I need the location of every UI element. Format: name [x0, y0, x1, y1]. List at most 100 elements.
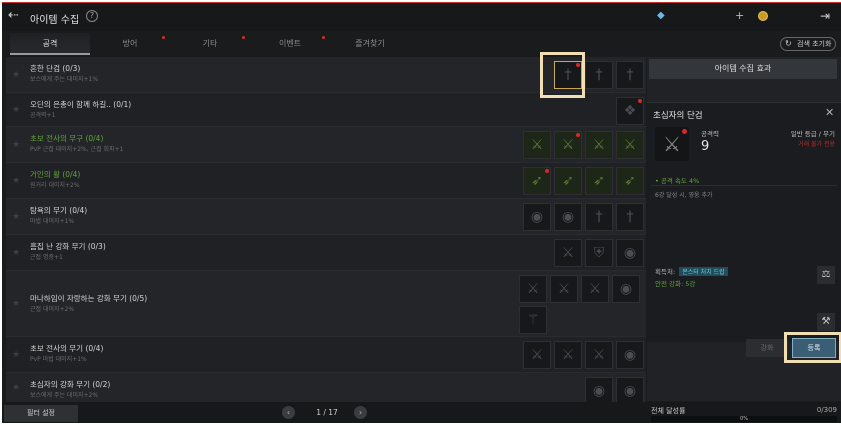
favorite-star-icon[interactable]: ★ [12, 105, 22, 115]
favorite-star-icon[interactable]: ★ [12, 383, 22, 393]
new-dot [545, 169, 549, 173]
new-dot [682, 129, 687, 134]
collection-effect: 보스에게 주는 대미지+1% [30, 76, 99, 83]
item-slot[interactable]: ◉ [616, 341, 644, 369]
tab-1[interactable]: 방어 [90, 33, 170, 55]
orb-icon: ◉ [623, 347, 637, 363]
item-slot[interactable]: ⚔ [519, 275, 547, 303]
register-highlight [784, 332, 841, 363]
item-slot[interactable]: ◉ [612, 275, 640, 303]
item-slot[interactable]: ➶ [585, 167, 613, 195]
item-slot[interactable]: ⚚ [519, 306, 547, 334]
attack-value: 9 [701, 139, 710, 154]
collection-name: 오딘의 은총이 함께 하길.. (0/1) [30, 100, 132, 109]
page-title: 아이템 수집 [30, 15, 80, 26]
back-arrow-icon[interactable]: ⇠ [8, 9, 24, 23]
tab-2[interactable]: 기타 [170, 33, 250, 55]
acquisition-tag[interactable]: 몬스터 처치 드랍 [679, 267, 728, 276]
collection-row[interactable]: ★ 초심자의 강화 무기 (0/2) 보스에게 주는 대미지+2% ◉ ◉ [6, 373, 646, 405]
item-slot[interactable]: ◉ [585, 377, 613, 405]
scale-icon[interactable]: ⚖ [817, 266, 835, 284]
item-slot[interactable]: ⚔ [585, 341, 613, 369]
sword-icon: ⚔ [592, 137, 606, 153]
orb-icon: ◉ [561, 209, 575, 225]
progress-bar: 0% [651, 416, 837, 422]
item-grade: 일반 등급 / 무기 [790, 130, 835, 138]
tab-4[interactable]: 즐겨찾기 [330, 33, 410, 55]
collection-name: 흠집 난 강화 무기 (0/3) [30, 242, 106, 251]
add-currency-plus-icon[interactable]: + [735, 9, 744, 22]
favorite-star-icon[interactable]: ★ [12, 176, 22, 186]
favorite-star-icon[interactable]: ★ [12, 248, 22, 258]
sword-icon: ⚔ [530, 137, 544, 153]
favorite-star-icon[interactable]: ★ [12, 299, 22, 309]
item-slot[interactable]: † [616, 61, 644, 89]
favorite-star-icon[interactable]: ★ [12, 140, 22, 150]
sword-icon: ⚔ [561, 347, 575, 363]
item-slot[interactable]: ⚔ [523, 341, 551, 369]
collection-effect: 근접 명중+1 [30, 254, 63, 261]
collection-row[interactable]: ★ 거인의 활 (0/4) 원거리 대미지+2% ➶ ➶ ➶ ➶ [6, 163, 646, 199]
collection-effect: 공격력+1 [30, 112, 56, 119]
item-slot[interactable]: ⚔ [554, 341, 582, 369]
item-slot[interactable]: † [585, 61, 613, 89]
item-slot[interactable]: ⛨ [585, 239, 613, 267]
item-slot[interactable]: ➶ [554, 167, 582, 195]
item-slot[interactable]: † [616, 203, 644, 231]
item-slot[interactable]: ➶ [523, 167, 551, 195]
exit-icon[interactable]: ⇥ [820, 9, 834, 23]
item-slot[interactable]: ⚔ [581, 275, 609, 303]
item-slot[interactable]: ❖ [616, 97, 644, 125]
anvil-icon[interactable]: ⚒ [817, 313, 835, 331]
collection-row[interactable]: ★ 탐욕의 무기 (0/4) 마법 대미지+1% ◉ ◉ † † [6, 199, 646, 235]
tab-0[interactable]: 공격 [10, 33, 90, 55]
search-reset-button[interactable]: ↻ 검색 초기화 [780, 37, 836, 51]
collection-name: 초보 전사의 무기 (0/4) [30, 344, 104, 353]
item-slot[interactable]: ⚔ [554, 131, 582, 159]
help-icon[interactable]: ? [86, 10, 98, 22]
close-icon[interactable]: ✕ [825, 106, 834, 119]
collection-row[interactable]: ★ 초보 전사의 무기 (0/4) PvP 마법 대미지+1% ⚔ ⚔ ⚔ ◉ [6, 337, 646, 373]
acquisition-label: 획득처: [655, 268, 676, 276]
item-slot[interactable]: † [585, 203, 613, 231]
app-window: ⇠ 아이템 수집 ? ◆ + ⇥ 공격 방어 기타 이벤트 즐겨찾기 ↻ 검색 초기화 … [2, 2, 841, 423]
item-slot[interactable]: ◉ [523, 203, 551, 231]
progress-percent: 0% [740, 416, 748, 422]
item-slots: ⚔ ⚔ ⚔ ◉ ⚚ [514, 275, 644, 337]
item-thumbnail: ⚔ [655, 127, 689, 161]
tab-3[interactable]: 이벤트 [250, 33, 330, 55]
overall-progress: 전체 달성률 0/309 0% [647, 402, 841, 423]
item-slots: ⚔ ⚔ ⚔ ⚔ [520, 131, 644, 162]
item-slot[interactable]: ⚔ [554, 239, 582, 267]
gem-icon: ◆ [657, 10, 665, 21]
item-slot[interactable]: ◉ [554, 203, 582, 231]
sword-icon: ⚔ [557, 281, 571, 297]
favorite-star-icon[interactable]: ★ [12, 212, 22, 222]
favorite-star-icon[interactable]: ★ [12, 70, 22, 80]
collection-row[interactable]: ★ 마나하임이 자랑하는 강화 무기 (0/5) 근접 대미지+2% ⚔ ⚔ ⚔ ◉ ⚚ [6, 271, 646, 337]
item-slot[interactable]: ⚔ [585, 131, 613, 159]
dagger-icon: † [595, 67, 603, 83]
collection-effect: 원거리 대미지+2% [30, 182, 80, 189]
prev-page-icon[interactable]: ‹ [282, 406, 295, 419]
item-slot[interactable]: ⚔ [550, 275, 578, 303]
item-slot[interactable]: ➶ [616, 167, 644, 195]
item-slot[interactable]: ◉ [616, 239, 644, 267]
notification-dot [322, 36, 325, 39]
collection-row[interactable]: ★ 오딘의 은총이 함께 하길.. (0/1) 공격력+1 ❖ [6, 93, 646, 127]
favorite-star-icon[interactable]: ★ [12, 350, 22, 360]
progress-count: 0/309 [816, 406, 837, 414]
top-bar: ⇠ 아이템 수집 ? ◆ + ⇥ [2, 3, 841, 31]
item-slot[interactable]: ⚔ [523, 131, 551, 159]
collection-row[interactable]: ★ 흠집 난 강화 무기 (0/3) 근접 명중+1 ⚔ ⛨ ◉ [6, 235, 646, 271]
collection-name: 초보 전사의 무구 (0/4) [30, 134, 104, 143]
item-slot[interactable]: ◉ [616, 377, 644, 405]
item-slot[interactable]: ⚔ [616, 131, 644, 159]
enhance-button[interactable]: 강화 [746, 339, 788, 357]
filter-settings-button[interactable]: 필터 설정 [4, 405, 78, 422]
attack-label: 공격력 [701, 130, 719, 138]
collection-row[interactable]: ★ 초보 전사의 무구 (0/4) PvP 근접 대미지+2%, 근접 회피+1 ⚔ ⚔… [6, 127, 646, 163]
sword-icon: ⚔ [561, 245, 575, 261]
next-page-icon[interactable]: › [354, 406, 367, 419]
collection-list: ★ 흔한 단검 (0/3) 보스에게 주는 대미지+1% † † † ★ 오딘의 은총이 함께… [6, 57, 646, 405]
